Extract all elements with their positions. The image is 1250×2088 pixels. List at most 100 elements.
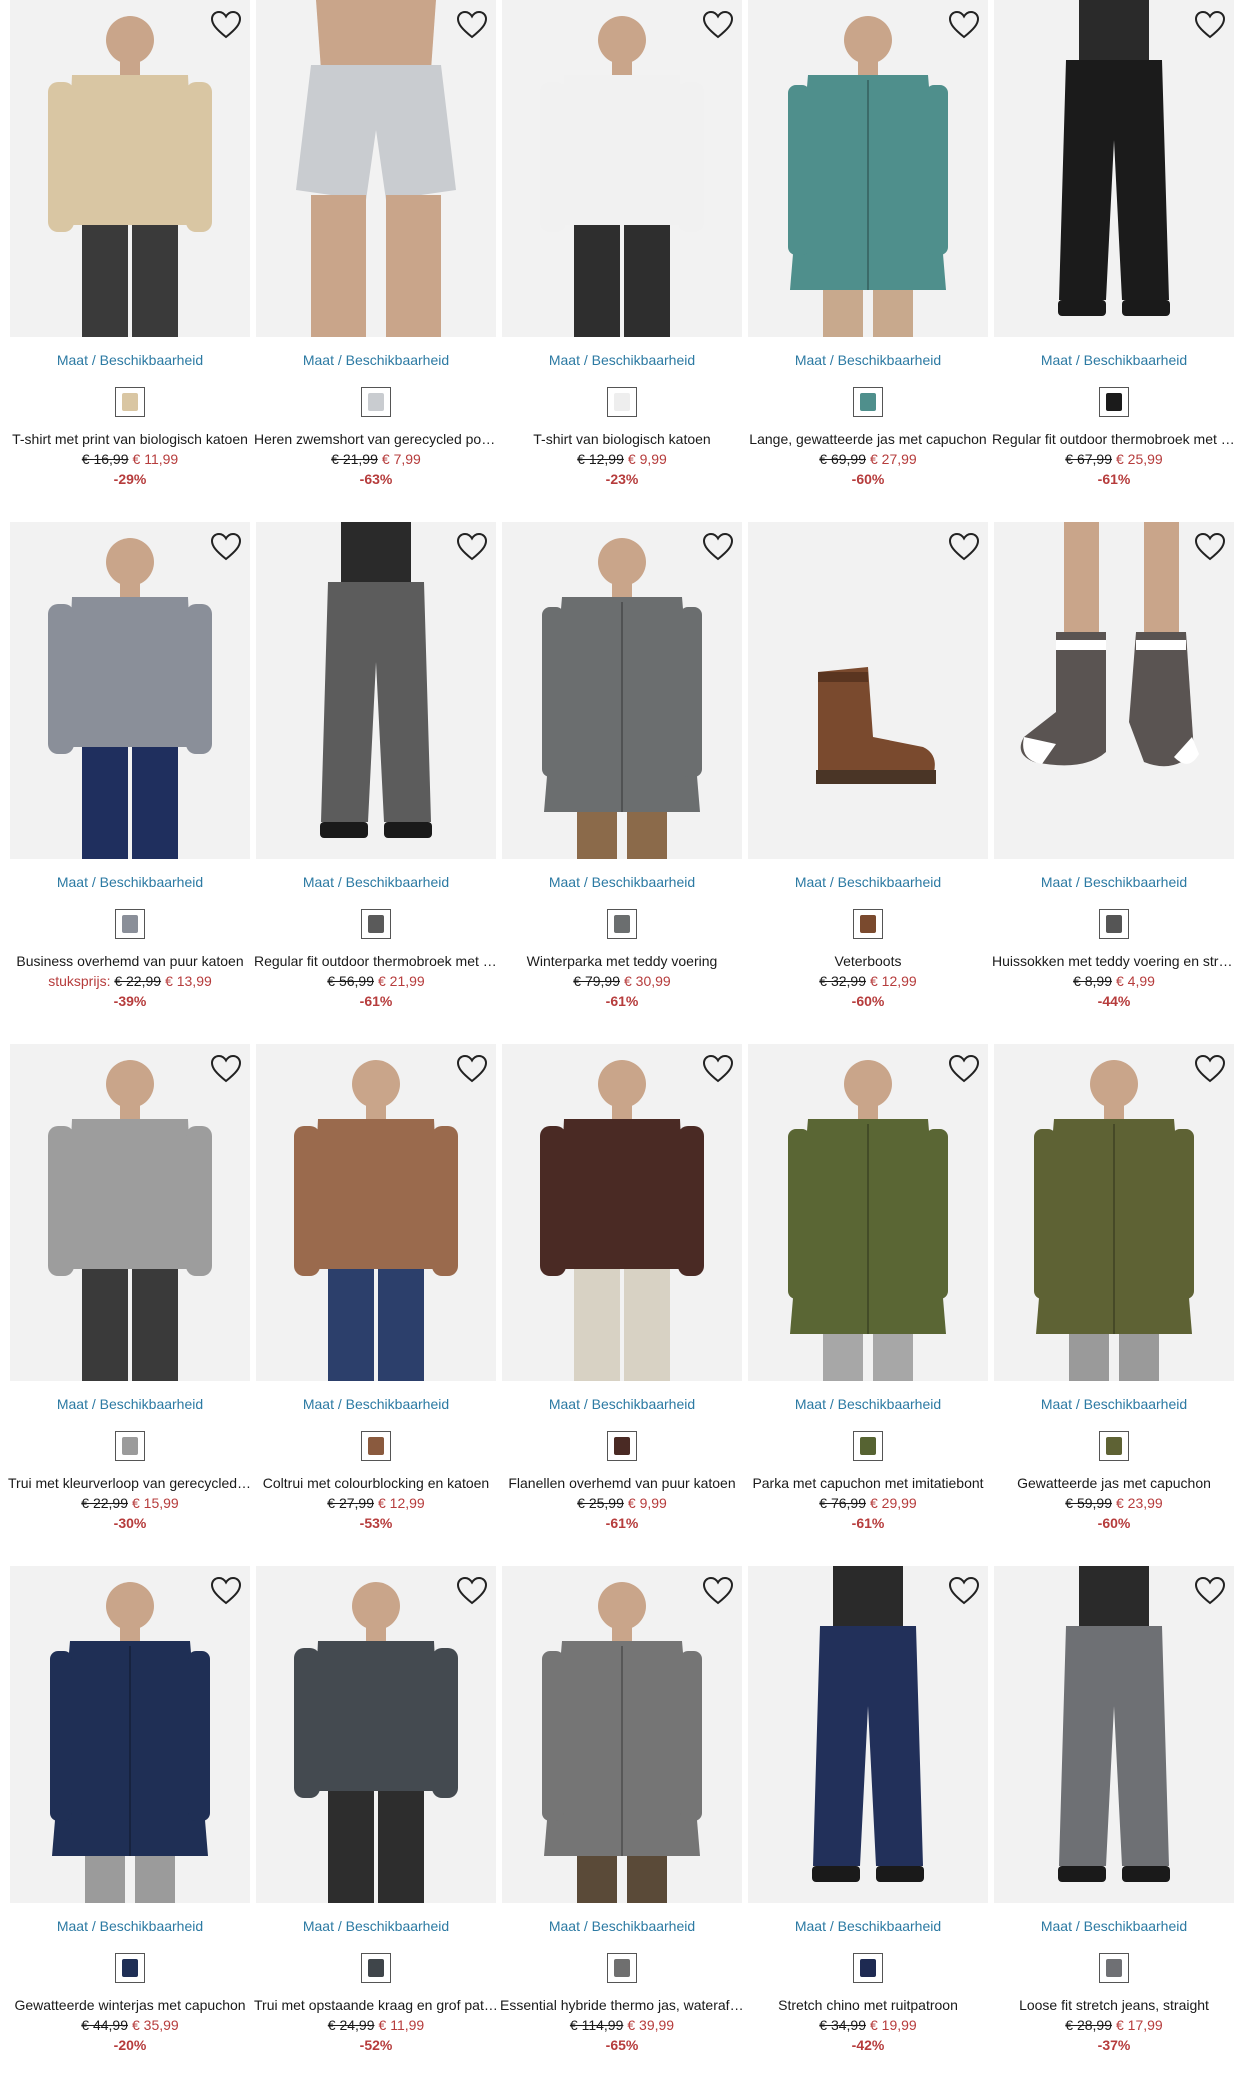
size-availability-link[interactable]: Maat / Beschikbaarheid [994, 1917, 1234, 1935]
heart-outline-icon[interactable] [210, 1576, 242, 1606]
heart-outline-icon[interactable] [456, 1576, 488, 1606]
size-availability-link[interactable]: Maat / Beschikbaarheid [994, 873, 1234, 891]
color-swatch[interactable] [853, 1431, 883, 1461]
color-swatch[interactable] [1099, 1431, 1129, 1461]
product-card[interactable]: Maat / Beschikbaarheid T-shirt met print … [10, 0, 250, 522]
product-card[interactable]: Maat / Beschikbaarheid Lange, gewatteerde… [748, 0, 988, 522]
product-image[interactable] [10, 1044, 250, 1381]
heart-outline-icon[interactable] [456, 532, 488, 562]
product-image[interactable] [256, 1566, 496, 1903]
heart-outline-icon[interactable] [702, 10, 734, 40]
product-card[interactable]: Maat / Beschikbaarheid T-shirt van biolog… [502, 0, 742, 522]
product-image[interactable] [256, 1044, 496, 1381]
product-card[interactable]: Maat / Beschikbaarheid Regular fit outdoo… [992, 0, 1236, 522]
product-name[interactable]: Parka met capuchon met imitatiebont [746, 1473, 990, 1493]
product-image[interactable] [748, 0, 988, 337]
product-card[interactable]: Maat / Beschikbaarheid Coltrui met colour… [256, 1044, 496, 1566]
product-image[interactable] [994, 1044, 1234, 1381]
product-card[interactable]: Maat / Beschikbaarheid Trui met kleurverl… [8, 1044, 252, 1566]
product-image[interactable] [10, 522, 250, 859]
size-availability-link[interactable]: Maat / Beschikbaarheid [256, 1395, 496, 1413]
product-name[interactable]: Lange, gewatteerde jas met capuchon [746, 429, 990, 449]
product-card[interactable]: Maat / Beschikbaarheid Flanellen overhemd… [502, 1044, 742, 1566]
color-swatch[interactable] [853, 387, 883, 417]
product-name[interactable]: Veterboots [746, 951, 990, 971]
color-swatch[interactable] [607, 1431, 637, 1461]
product-name[interactable]: Essential hybride thermo jas, waterafsto… [500, 1995, 744, 2015]
size-availability-link[interactable]: Maat / Beschikbaarheid [10, 1917, 250, 1935]
product-image[interactable] [748, 1566, 988, 1903]
product-name[interactable]: Flanellen overhemd van puur katoen [500, 1473, 744, 1493]
product-card[interactable]: Maat / Beschikbaarheid Heren zwemshort va… [254, 0, 498, 522]
product-name[interactable]: T-shirt met print van biologisch katoen [8, 429, 252, 449]
color-swatch[interactable] [607, 1953, 637, 1983]
heart-outline-icon[interactable] [456, 10, 488, 40]
product-image[interactable] [502, 0, 742, 337]
product-name[interactable]: Trui met kleurverloop van gerecycled kat… [8, 1473, 252, 1493]
product-image[interactable] [748, 522, 988, 859]
size-availability-link[interactable]: Maat / Beschikbaarheid [994, 351, 1234, 369]
color-swatch[interactable] [1099, 1953, 1129, 1983]
color-swatch[interactable] [115, 909, 145, 939]
size-availability-link[interactable]: Maat / Beschikbaarheid [748, 351, 988, 369]
product-image[interactable] [502, 1044, 742, 1381]
product-name[interactable]: Winterparka met teddy voering [500, 951, 744, 971]
product-name[interactable]: Loose fit stretch jeans, straight [992, 1995, 1236, 2015]
color-swatch[interactable] [607, 387, 637, 417]
color-swatch[interactable] [361, 1431, 391, 1461]
heart-outline-icon[interactable] [210, 10, 242, 40]
color-swatch[interactable] [361, 387, 391, 417]
heart-outline-icon[interactable] [948, 1054, 980, 1084]
heart-outline-icon[interactable] [1194, 1576, 1226, 1606]
product-name[interactable]: Business overhemd van puur katoen [8, 951, 252, 971]
product-name[interactable]: Coltrui met colourblocking en katoen [254, 1473, 498, 1493]
heart-outline-icon[interactable] [456, 1054, 488, 1084]
product-image[interactable] [256, 522, 496, 859]
product-name[interactable]: Huissokken met teddy voering en strepen [992, 951, 1236, 971]
product-image[interactable] [10, 1566, 250, 1903]
size-availability-link[interactable]: Maat / Beschikbaarheid [502, 1395, 742, 1413]
size-availability-link[interactable]: Maat / Beschikbaarheid [502, 1917, 742, 1935]
heart-outline-icon[interactable] [210, 1054, 242, 1084]
product-image[interactable] [502, 1566, 742, 1903]
product-card[interactable]: Maat / Beschikbaarheid Parka met capuchon… [748, 1044, 988, 1566]
heart-outline-icon[interactable] [702, 1054, 734, 1084]
heart-outline-icon[interactable] [210, 532, 242, 562]
heart-outline-icon[interactable] [702, 1576, 734, 1606]
heart-outline-icon[interactable] [1194, 1054, 1226, 1084]
size-availability-link[interactable]: Maat / Beschikbaarheid [748, 1917, 988, 1935]
product-name[interactable]: Regular fit outdoor thermobroek met bret… [254, 951, 498, 971]
product-card[interactable]: Maat / Beschikbaarheid Loose fit stretch … [994, 1566, 1234, 2088]
size-availability-link[interactable]: Maat / Beschikbaarheid [994, 1395, 1234, 1413]
product-image[interactable] [748, 1044, 988, 1381]
product-image[interactable] [994, 0, 1234, 337]
product-name[interactable]: Gewatteerde jas met capuchon [992, 1473, 1236, 1493]
product-card[interactable]: Maat / Beschikbaarheid Trui met opstaande… [254, 1566, 498, 2088]
heart-outline-icon[interactable] [948, 532, 980, 562]
product-card[interactable]: Maat / Beschikbaarheid Regular fit outdoo… [254, 522, 498, 1044]
product-name[interactable]: Gewatteerde winterjas met capuchon [8, 1995, 252, 2015]
product-image[interactable] [502, 522, 742, 859]
product-name[interactable]: Stretch chino met ruitpatroon [746, 1995, 990, 2015]
size-availability-link[interactable]: Maat / Beschikbaarheid [256, 1917, 496, 1935]
product-name[interactable]: Regular fit outdoor thermobroek met bret… [992, 429, 1236, 449]
color-swatch[interactable] [1099, 909, 1129, 939]
size-availability-link[interactable]: Maat / Beschikbaarheid [256, 873, 496, 891]
product-card[interactable]: Maat / Beschikbaarheid Winterparka met te… [502, 522, 742, 1044]
product-card[interactable]: Maat / Beschikbaarheid Huissokken met ted… [992, 522, 1236, 1044]
color-swatch[interactable] [853, 909, 883, 939]
size-availability-link[interactable]: Maat / Beschikbaarheid [256, 351, 496, 369]
size-availability-link[interactable]: Maat / Beschikbaarheid [748, 1395, 988, 1413]
product-name[interactable]: Trui met opstaande kraag en grof patroon [254, 1995, 498, 2015]
color-swatch[interactable] [361, 1953, 391, 1983]
product-image[interactable] [10, 0, 250, 337]
product-image[interactable] [994, 522, 1234, 859]
product-card[interactable]: Maat / Beschikbaarheid Veterboots € 32,99 €… [748, 522, 988, 1044]
product-image[interactable] [256, 0, 496, 337]
color-swatch[interactable] [361, 909, 391, 939]
heart-outline-icon[interactable] [1194, 532, 1226, 562]
size-availability-link[interactable]: Maat / Beschikbaarheid [502, 873, 742, 891]
product-card[interactable]: Maat / Beschikbaarheid Gewatteerde winter… [10, 1566, 250, 2088]
product-card[interactable]: Maat / Beschikbaarheid Essential hybride … [500, 1566, 744, 2088]
product-card[interactable]: Maat / Beschikbaarheid Business overhemd … [10, 522, 250, 1044]
